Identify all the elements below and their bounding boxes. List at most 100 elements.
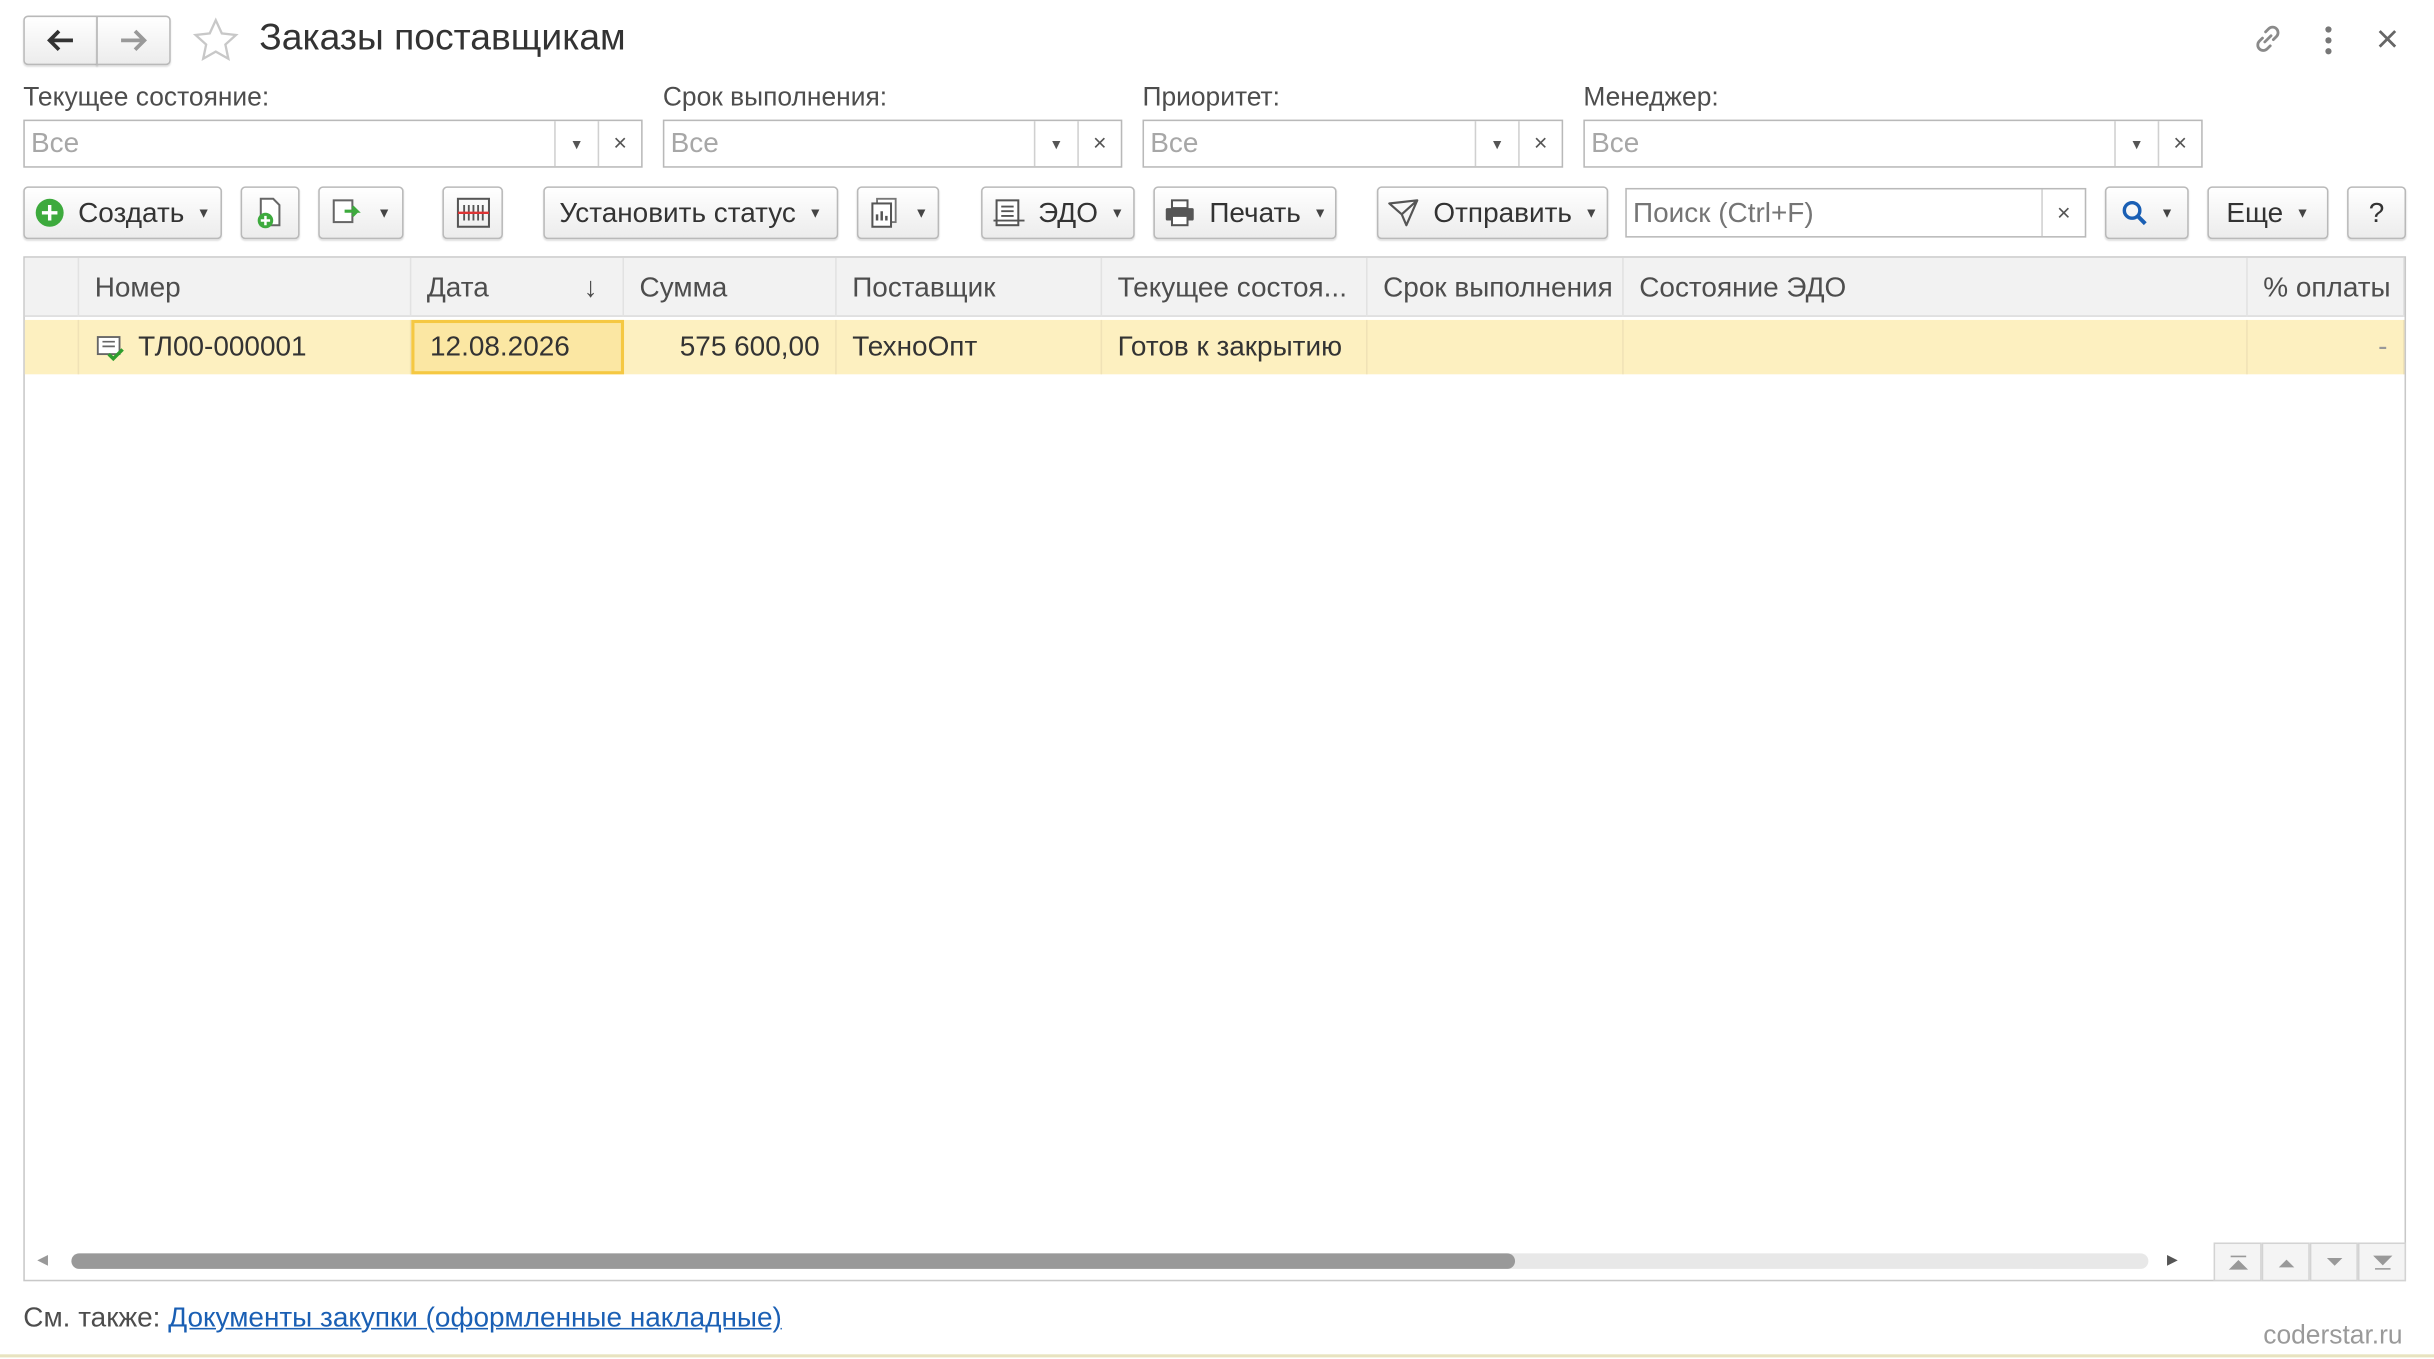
back-button[interactable] <box>23 15 98 66</box>
row-marker-cell <box>25 319 80 375</box>
more-menu-button[interactable] <box>2313 22 2344 59</box>
clear-icon[interactable]: × <box>1077 121 1120 167</box>
search-input[interactable] <box>1626 189 2042 237</box>
add-circle-icon <box>36 198 65 227</box>
chevron-down-icon: ▼ <box>808 205 823 221</box>
cell-supplier[interactable]: ТехноОпт <box>837 319 1103 375</box>
reports-button[interactable]: ▼ <box>856 186 940 240</box>
cell-number[interactable]: ТЛ00-000001 <box>79 319 412 375</box>
state-filter-field[interactable]: Все ▼ × <box>23 119 643 168</box>
deadline-filter-label: Срок выполнения: <box>662 82 888 112</box>
column-header-date-label: Дата <box>426 271 489 303</box>
scroll-up-button[interactable] <box>2261 1242 2310 1282</box>
bottom-border <box>0 1354 2434 1358</box>
column-header-sum[interactable]: Сумма <box>624 257 837 317</box>
priority-filter-value[interactable]: Все <box>1144 121 1475 166</box>
exchange-button[interactable]: ▼ <box>318 186 404 240</box>
chevron-down-icon: ▼ <box>1584 205 1599 221</box>
send-button-label: Отправить <box>1433 196 1572 228</box>
deadline-filter-field[interactable]: Все ▼ × <box>662 119 1123 168</box>
search-field[interactable]: × <box>1625 187 2087 238</box>
set-status-button[interactable]: Установить статус ▼ <box>543 186 839 240</box>
chevron-down-icon[interactable]: ▼ <box>1474 121 1518 167</box>
clear-icon[interactable]: × <box>2157 121 2201 167</box>
down-icon <box>2326 1257 2342 1265</box>
more-vertical-icon <box>2325 26 2332 55</box>
cell-payment[interactable]: - <box>2248 319 2405 375</box>
barcode-icon <box>456 197 490 228</box>
report-icon <box>871 197 897 228</box>
more-button[interactable]: Еще ▼ <box>2207 186 2329 240</box>
more-button-label: Еще <box>2226 196 2284 228</box>
paper-plane-icon <box>1388 199 1419 227</box>
close-button[interactable] <box>2372 23 2403 54</box>
cell-number-text: ТЛ00-000001 <box>138 330 307 362</box>
chevron-down-icon[interactable]: ▼ <box>554 121 597 167</box>
chevron-down-icon: ▼ <box>2160 205 2174 221</box>
forward-button[interactable] <box>96 15 171 66</box>
scroll-to-top-button[interactable] <box>2213 1242 2262 1282</box>
orders-table[interactable]: Номер Дата ↓ Сумма Поставщик Текущее сос… <box>23 256 2407 1282</box>
print-button[interactable]: Печать ▼ <box>1153 186 1337 240</box>
watermark: coderstar.ru <box>2263 1320 2403 1350</box>
scroll-down-button[interactable] <box>2309 1242 2358 1282</box>
document-posted-icon <box>96 336 124 362</box>
documents-exchange-icon <box>332 199 361 224</box>
cell-edo-state[interactable] <box>1624 319 2248 375</box>
cell-sum[interactable]: 575 600,00 <box>624 319 837 375</box>
link-button[interactable] <box>2249 20 2286 57</box>
clear-icon[interactable]: × <box>1518 121 1561 167</box>
help-button-label: ? <box>2368 196 2385 228</box>
chevron-down-icon[interactable]: ▼ <box>1033 121 1077 167</box>
cell-state[interactable]: Готов к закрытию <box>1102 319 1368 375</box>
help-button[interactable]: ? <box>2347 186 2407 240</box>
deadline-filter-value[interactable]: Все <box>664 121 1033 166</box>
manager-filter-field[interactable]: Все ▼ × <box>1583 119 2203 168</box>
column-header-supplier[interactable]: Поставщик <box>837 257 1103 317</box>
column-header-edo-state[interactable]: Состояние ЭДО <box>1624 257 2248 317</box>
page-title: Заказы поставщикам <box>259 17 626 60</box>
horizontal-scrollbar-thumb[interactable] <box>71 1253 1516 1269</box>
state-filter-label: Текущее состояние: <box>23 82 270 112</box>
cell-date[interactable]: 12.08.2026 <box>411 319 625 375</box>
chevron-down-icon[interactable]: ▼ <box>2114 121 2157 167</box>
create-based-on-button[interactable] <box>240 186 300 240</box>
column-header-marker <box>25 257 80 317</box>
scan-barcode-button[interactable] <box>442 186 503 240</box>
first-row-icon <box>2228 1254 2248 1269</box>
favorite-button[interactable] <box>191 16 241 66</box>
create-button[interactable]: Создать ▼ <box>23 186 222 240</box>
edo-button[interactable]: ЭДО ▼ <box>981 186 1135 240</box>
set-status-label: Установить статус <box>559 196 796 228</box>
create-button-label: Создать <box>78 196 185 228</box>
chevron-down-icon: ▼ <box>1110 205 1125 221</box>
arrow-left-icon <box>47 29 73 52</box>
chevron-down-icon: ▼ <box>2295 205 2310 221</box>
column-header-date[interactable]: Дата ↓ <box>411 257 625 317</box>
sort-descending-icon: ↓ <box>583 271 598 303</box>
column-header-state[interactable]: Текущее состоя... <box>1102 257 1368 317</box>
print-button-label: Печать <box>1209 196 1301 228</box>
state-filter-value[interactable]: Все <box>25 121 554 166</box>
send-button[interactable]: Отправить ▼ <box>1376 186 1609 240</box>
chevron-down-icon: ▼ <box>914 205 929 221</box>
clear-icon[interactable]: × <box>597 121 641 167</box>
column-header-payment[interactable]: % оплаты <box>2248 257 2405 317</box>
scroll-left-arrow[interactable]: ◀ <box>37 1249 59 1271</box>
scroll-right-arrow[interactable]: ▶ <box>2167 1249 2189 1271</box>
column-header-number[interactable]: Номер <box>79 257 412 317</box>
see-also: См. также: Документы закупки (оформленны… <box>23 1301 782 1334</box>
column-header-deadline[interactable]: Срок выполнения <box>1368 257 1624 317</box>
manager-filter-value[interactable]: Все <box>1585 121 2114 166</box>
printer-icon <box>1165 199 1194 227</box>
priority-filter-field[interactable]: Все ▼ × <box>1142 119 1564 168</box>
clear-icon[interactable]: × <box>2041 189 2084 237</box>
see-also-label: См. также: <box>23 1301 161 1333</box>
cell-deadline[interactable] <box>1368 319 1624 375</box>
horizontal-scrollbar-track[interactable] <box>71 1253 2149 1269</box>
chevron-down-icon: ▼ <box>377 205 392 221</box>
see-also-link[interactable]: Документы закупки (оформленные накладные… <box>168 1301 782 1332</box>
scroll-to-bottom-button[interactable] <box>2357 1242 2407 1282</box>
search-options-button[interactable]: ▼ <box>2104 186 2189 240</box>
close-icon <box>2378 30 2397 48</box>
